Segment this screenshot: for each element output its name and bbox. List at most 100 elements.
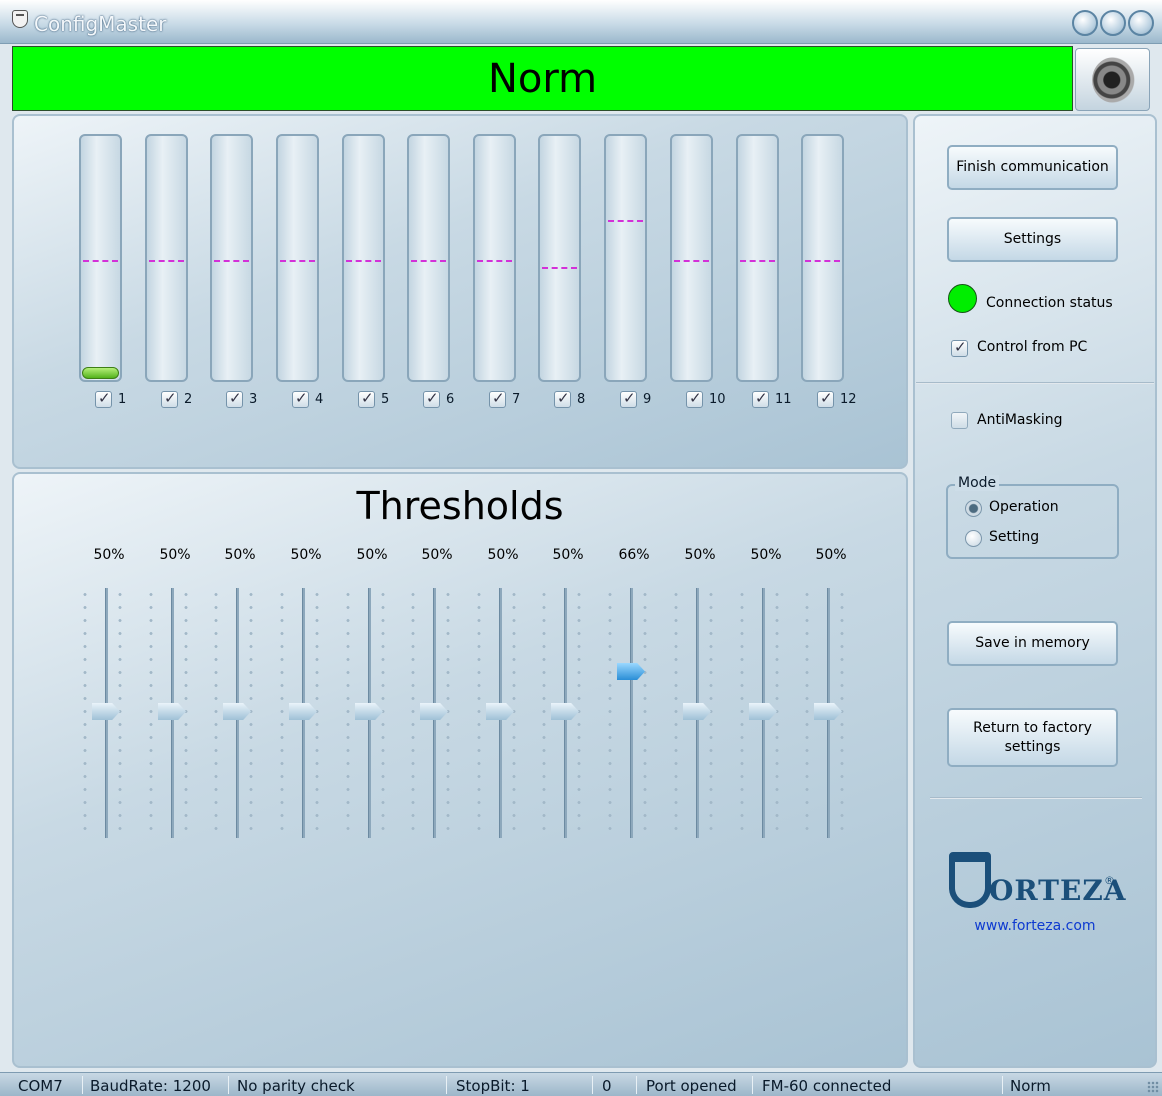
zone-checkbox-label: 3 — [249, 392, 258, 407]
maximize-button[interactable] — [1100, 10, 1126, 36]
threshold-value: 50% — [815, 547, 847, 563]
zone-checkbox[interactable]: 10 — [686, 389, 726, 408]
status-separator — [752, 1076, 753, 1094]
save-in-memory-button[interactable]: Save in memory — [947, 621, 1118, 666]
zone-meter — [473, 134, 516, 382]
sound-button[interactable] — [1075, 48, 1150, 111]
close-button[interactable] — [1128, 10, 1154, 36]
zone-checkbox[interactable]: 2 — [161, 389, 192, 408]
zone-checkbox[interactable]: 6 — [423, 389, 454, 408]
window-controls — [1072, 10, 1154, 36]
threshold-value: 50% — [356, 547, 388, 563]
threshold-marker — [83, 260, 118, 262]
threshold-marker — [805, 260, 840, 262]
tick-marks — [411, 588, 415, 838]
zone-meter — [79, 134, 122, 382]
threshold-value: 50% — [224, 547, 256, 563]
threshold-slider-track[interactable] — [630, 588, 633, 838]
tick-marks — [740, 588, 744, 838]
status-separator — [592, 1076, 593, 1094]
checkbox-icon — [620, 389, 637, 408]
website-link[interactable]: www.forteza.com — [913, 918, 1157, 934]
settings-button[interactable]: Settings — [947, 217, 1118, 262]
threshold-value: 66% — [618, 547, 650, 563]
window-title: ConfigMaster — [34, 12, 167, 36]
threshold-marker — [608, 220, 643, 222]
status-port-state: Port opened — [646, 1077, 737, 1095]
checkbox-icon — [161, 389, 178, 408]
zone-checkbox-label: 1 — [118, 392, 127, 407]
threshold-marker — [214, 260, 249, 262]
factory-reset-button[interactable]: Return to factory settings — [947, 708, 1118, 767]
app-icon — [12, 10, 28, 28]
zone-checkbox-label: 4 — [315, 392, 324, 407]
status-separator — [228, 1076, 229, 1094]
status-bar: COM7 BaudRate: 1200 No parity check Stop… — [0, 1072, 1162, 1096]
checkbox-icon — [358, 389, 375, 408]
checkbox-icon — [95, 389, 112, 408]
mode-setting-radio[interactable] — [965, 530, 982, 547]
divider — [930, 797, 1142, 799]
mode-operation-radio[interactable] — [965, 500, 982, 517]
control-from-pc-checkbox[interactable] — [951, 338, 968, 357]
threshold-value: 50% — [421, 547, 453, 563]
zone-checkbox[interactable]: 3 — [226, 389, 258, 408]
save-in-memory-label: Save in memory — [975, 635, 1090, 652]
zone-checkbox[interactable]: 12 — [817, 389, 857, 408]
finish-communication-label: Finish communication — [956, 159, 1109, 176]
zone-checkbox[interactable]: 7 — [489, 389, 520, 408]
status-stopbit: StopBit: 1 — [456, 1077, 530, 1095]
zone-checkbox[interactable]: 9 — [620, 389, 652, 408]
tick-marks — [83, 588, 87, 838]
threshold-value: 50% — [290, 547, 322, 563]
zone-meter — [342, 134, 385, 382]
status-count: 0 — [602, 1077, 612, 1095]
zone-checkbox[interactable]: 4 — [292, 389, 324, 408]
zone-checkbox[interactable]: 5 — [358, 389, 389, 408]
tick-marks — [149, 588, 153, 838]
antimasking-checkbox[interactable] — [951, 412, 968, 429]
mode-group — [946, 484, 1119, 559]
threshold-marker — [280, 260, 315, 262]
tick-marks — [805, 588, 809, 838]
threshold-marker — [542, 267, 577, 269]
status-state: Norm — [1010, 1077, 1051, 1095]
zone-meter — [736, 134, 779, 382]
threshold-marker — [346, 260, 381, 262]
zone-checkbox[interactable]: 11 — [752, 389, 792, 408]
mode-setting-label: Setting — [989, 529, 1040, 545]
minimize-button[interactable] — [1072, 10, 1098, 36]
tick-marks — [477, 588, 481, 838]
status-separator — [82, 1076, 83, 1094]
zone-checkbox-label: 12 — [840, 392, 857, 407]
status-port: COM7 — [18, 1077, 63, 1095]
checkbox-icon — [686, 389, 703, 408]
registered-mark: ® — [1104, 874, 1115, 887]
zone-checkbox-label: 8 — [577, 392, 586, 407]
status-baudrate: BaudRate: 1200 — [90, 1077, 211, 1095]
resize-grip-icon[interactable] — [1147, 1081, 1159, 1093]
finish-communication-button[interactable]: Finish communication — [947, 145, 1118, 190]
status-separator — [636, 1076, 637, 1094]
zone-meter — [670, 134, 713, 382]
zone-meter — [407, 134, 450, 382]
connection-status-indicator — [948, 284, 977, 313]
checkbox-icon — [489, 389, 506, 408]
zone-meter — [801, 134, 844, 382]
threshold-marker — [411, 260, 446, 262]
status-separator — [446, 1076, 447, 1094]
zone-meter — [210, 134, 253, 382]
zone-checkbox[interactable]: 8 — [554, 389, 586, 408]
threshold-value: 50% — [684, 547, 716, 563]
threshold-value: 50% — [487, 547, 519, 563]
threshold-marker — [477, 260, 512, 262]
checkbox-icon — [226, 389, 243, 408]
antimasking-label: AntiMasking — [977, 412, 1063, 428]
zone-checkbox-label: 9 — [643, 392, 652, 407]
zone-meter — [604, 134, 647, 382]
zone-checkbox[interactable]: 1 — [95, 389, 127, 408]
settings-label: Settings — [1003, 231, 1062, 248]
tick-marks — [608, 588, 612, 838]
title-bar[interactable]: ConfigMaster — [0, 0, 1162, 44]
threshold-value: 50% — [159, 547, 191, 563]
